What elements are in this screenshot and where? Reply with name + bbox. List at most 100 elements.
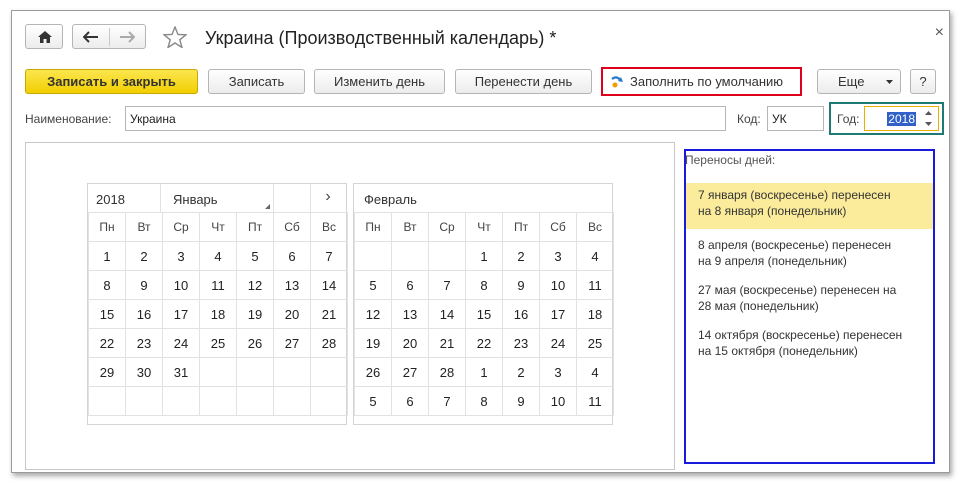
weekday-header: Сб	[273, 212, 311, 242]
calendar-day[interactable]: 16	[125, 299, 163, 329]
calendar-day[interactable]: 2	[502, 357, 540, 387]
calendar-day[interactable]: 19	[236, 299, 274, 329]
calendar-day[interactable]: 17	[539, 299, 577, 329]
calendar-day[interactable]: 26	[354, 357, 392, 387]
calendar-day[interactable]: 8	[88, 270, 126, 300]
calendar-day[interactable]: 9	[502, 270, 540, 300]
calendar-day[interactable]: 11	[576, 270, 614, 300]
calendar-day[interactable]: 5	[236, 241, 274, 271]
weekday-header: Вс	[576, 212, 614, 242]
weekday-header: Пн	[88, 212, 126, 242]
calendar-day[interactable]: 10	[162, 270, 200, 300]
calendar-day[interactable]: 3	[162, 241, 200, 271]
calendar-day[interactable]: 22	[88, 328, 126, 358]
calendar-day[interactable]: 11	[199, 270, 237, 300]
calendar-day[interactable]: 21	[310, 299, 348, 329]
month-title: Февраль	[364, 192, 417, 207]
weekday-header: Вт	[391, 212, 429, 242]
calendar-day[interactable]: 12	[236, 270, 274, 300]
calendar-day[interactable]: 29	[88, 357, 126, 387]
calendar-day[interactable]: 25	[199, 328, 237, 358]
calendar-day[interactable]: 7	[428, 270, 466, 300]
next-month-button[interactable]: ›	[310, 188, 346, 208]
arrow-left-icon[interactable]	[83, 31, 99, 43]
save-button[interactable]: Записать	[208, 69, 305, 94]
name-input[interactable]: Украина	[125, 106, 726, 131]
calendar-day[interactable]: 6	[273, 241, 311, 271]
calendar-day[interactable]: 3	[539, 241, 577, 271]
calendar-day[interactable]: 7	[310, 241, 348, 271]
calendar-day[interactable]: 5	[354, 386, 392, 416]
calendar-day[interactable]: 10	[539, 386, 577, 416]
calendar-day[interactable]: 31	[162, 357, 200, 387]
calendar-day[interactable]: 24	[162, 328, 200, 358]
calendar-day[interactable]: 23	[502, 328, 540, 358]
calendar-day[interactable]: 26	[236, 328, 274, 358]
red-highlight-frame	[601, 67, 802, 96]
calendar-day[interactable]: 1	[88, 241, 126, 271]
history-nav	[72, 24, 146, 49]
calendar-day[interactable]: 1	[465, 357, 503, 387]
calendar-day[interactable]: 24	[539, 328, 577, 358]
code-input[interactable]: УК	[767, 106, 824, 131]
home-icon	[37, 30, 53, 44]
calendar-day[interactable]: 27	[391, 357, 429, 387]
calendar-day[interactable]: 28	[310, 328, 348, 358]
calendar-day[interactable]: 13	[273, 270, 311, 300]
calendar-empty-cell	[162, 386, 200, 416]
calendar-day[interactable]: 6	[391, 270, 429, 300]
calendar-day[interactable]: 6	[391, 386, 429, 416]
calendar-grid-january: Пн Вт Ср Чт Пт Сб Вс 1 2 3 4 5 6 7 8 9 10 11 12 13 14 15 16 17 1…	[88, 212, 348, 416]
star-icon[interactable]	[163, 26, 187, 48]
calendar-day[interactable]: 22	[465, 328, 503, 358]
calendar-day[interactable]: 30	[125, 357, 163, 387]
calendar-day[interactable]: 9	[125, 270, 163, 300]
calendar-day[interactable]: 7	[428, 386, 466, 416]
calendar-day[interactable]: 10	[539, 270, 577, 300]
move-day-button[interactable]: Перенести день	[455, 69, 592, 94]
calendar-day[interactable]: 1	[465, 241, 503, 271]
calendar-day[interactable]: 8	[465, 386, 503, 416]
calendar-empty-cell	[391, 241, 429, 271]
calendar-day[interactable]: 18	[199, 299, 237, 329]
save-and-close-button[interactable]: Записать и закрыть	[25, 69, 198, 94]
calendar-day[interactable]: 15	[88, 299, 126, 329]
calendar-day[interactable]: 2	[125, 241, 163, 271]
calendar-day[interactable]: 17	[162, 299, 200, 329]
calendar-day[interactable]: 4	[576, 241, 614, 271]
more-button[interactable]: Еще	[817, 69, 901, 94]
calendar-day[interactable]: 20	[391, 328, 429, 358]
calendar-day[interactable]: 14	[428, 299, 466, 329]
change-day-button[interactable]: Изменить день	[314, 69, 445, 94]
calendar-day[interactable]: 15	[465, 299, 503, 329]
calendar-day[interactable]: 20	[273, 299, 311, 329]
calendar-day[interactable]: 9	[502, 386, 540, 416]
weekday-header: Ср	[162, 212, 200, 242]
home-button[interactable]	[25, 24, 63, 49]
calendar-empty-cell	[88, 386, 126, 416]
calendar-day[interactable]: 4	[199, 241, 237, 271]
calendar-day[interactable]: 16	[502, 299, 540, 329]
calendar-year: 2018	[96, 192, 125, 207]
calendar-day[interactable]: 28	[428, 357, 466, 387]
help-button[interactable]: ?	[910, 69, 936, 94]
calendar-day[interactable]: 2	[502, 241, 540, 271]
close-icon[interactable]: ×	[935, 24, 944, 42]
calendar-day[interactable]: 3	[539, 357, 577, 387]
calendar-day[interactable]: 27	[273, 328, 311, 358]
calendar-day[interactable]: 11	[576, 386, 614, 416]
month-selector[interactable]: Январь	[160, 184, 274, 212]
calendar-day[interactable]: 4	[576, 357, 614, 387]
calendar-day[interactable]: 5	[354, 270, 392, 300]
calendar-day[interactable]: 8	[465, 270, 503, 300]
calendar-day[interactable]: 21	[428, 328, 466, 358]
calendar-day[interactable]: 13	[391, 299, 429, 329]
weekday-header: Пн	[354, 212, 392, 242]
calendar-day[interactable]: 18	[576, 299, 614, 329]
calendar-day[interactable]: 23	[125, 328, 163, 358]
calendar-day[interactable]: 12	[354, 299, 392, 329]
calendar-day[interactable]: 25	[576, 328, 614, 358]
arrow-right-icon[interactable]	[119, 31, 135, 43]
calendar-day[interactable]: 14	[310, 270, 348, 300]
calendar-day[interactable]: 19	[354, 328, 392, 358]
